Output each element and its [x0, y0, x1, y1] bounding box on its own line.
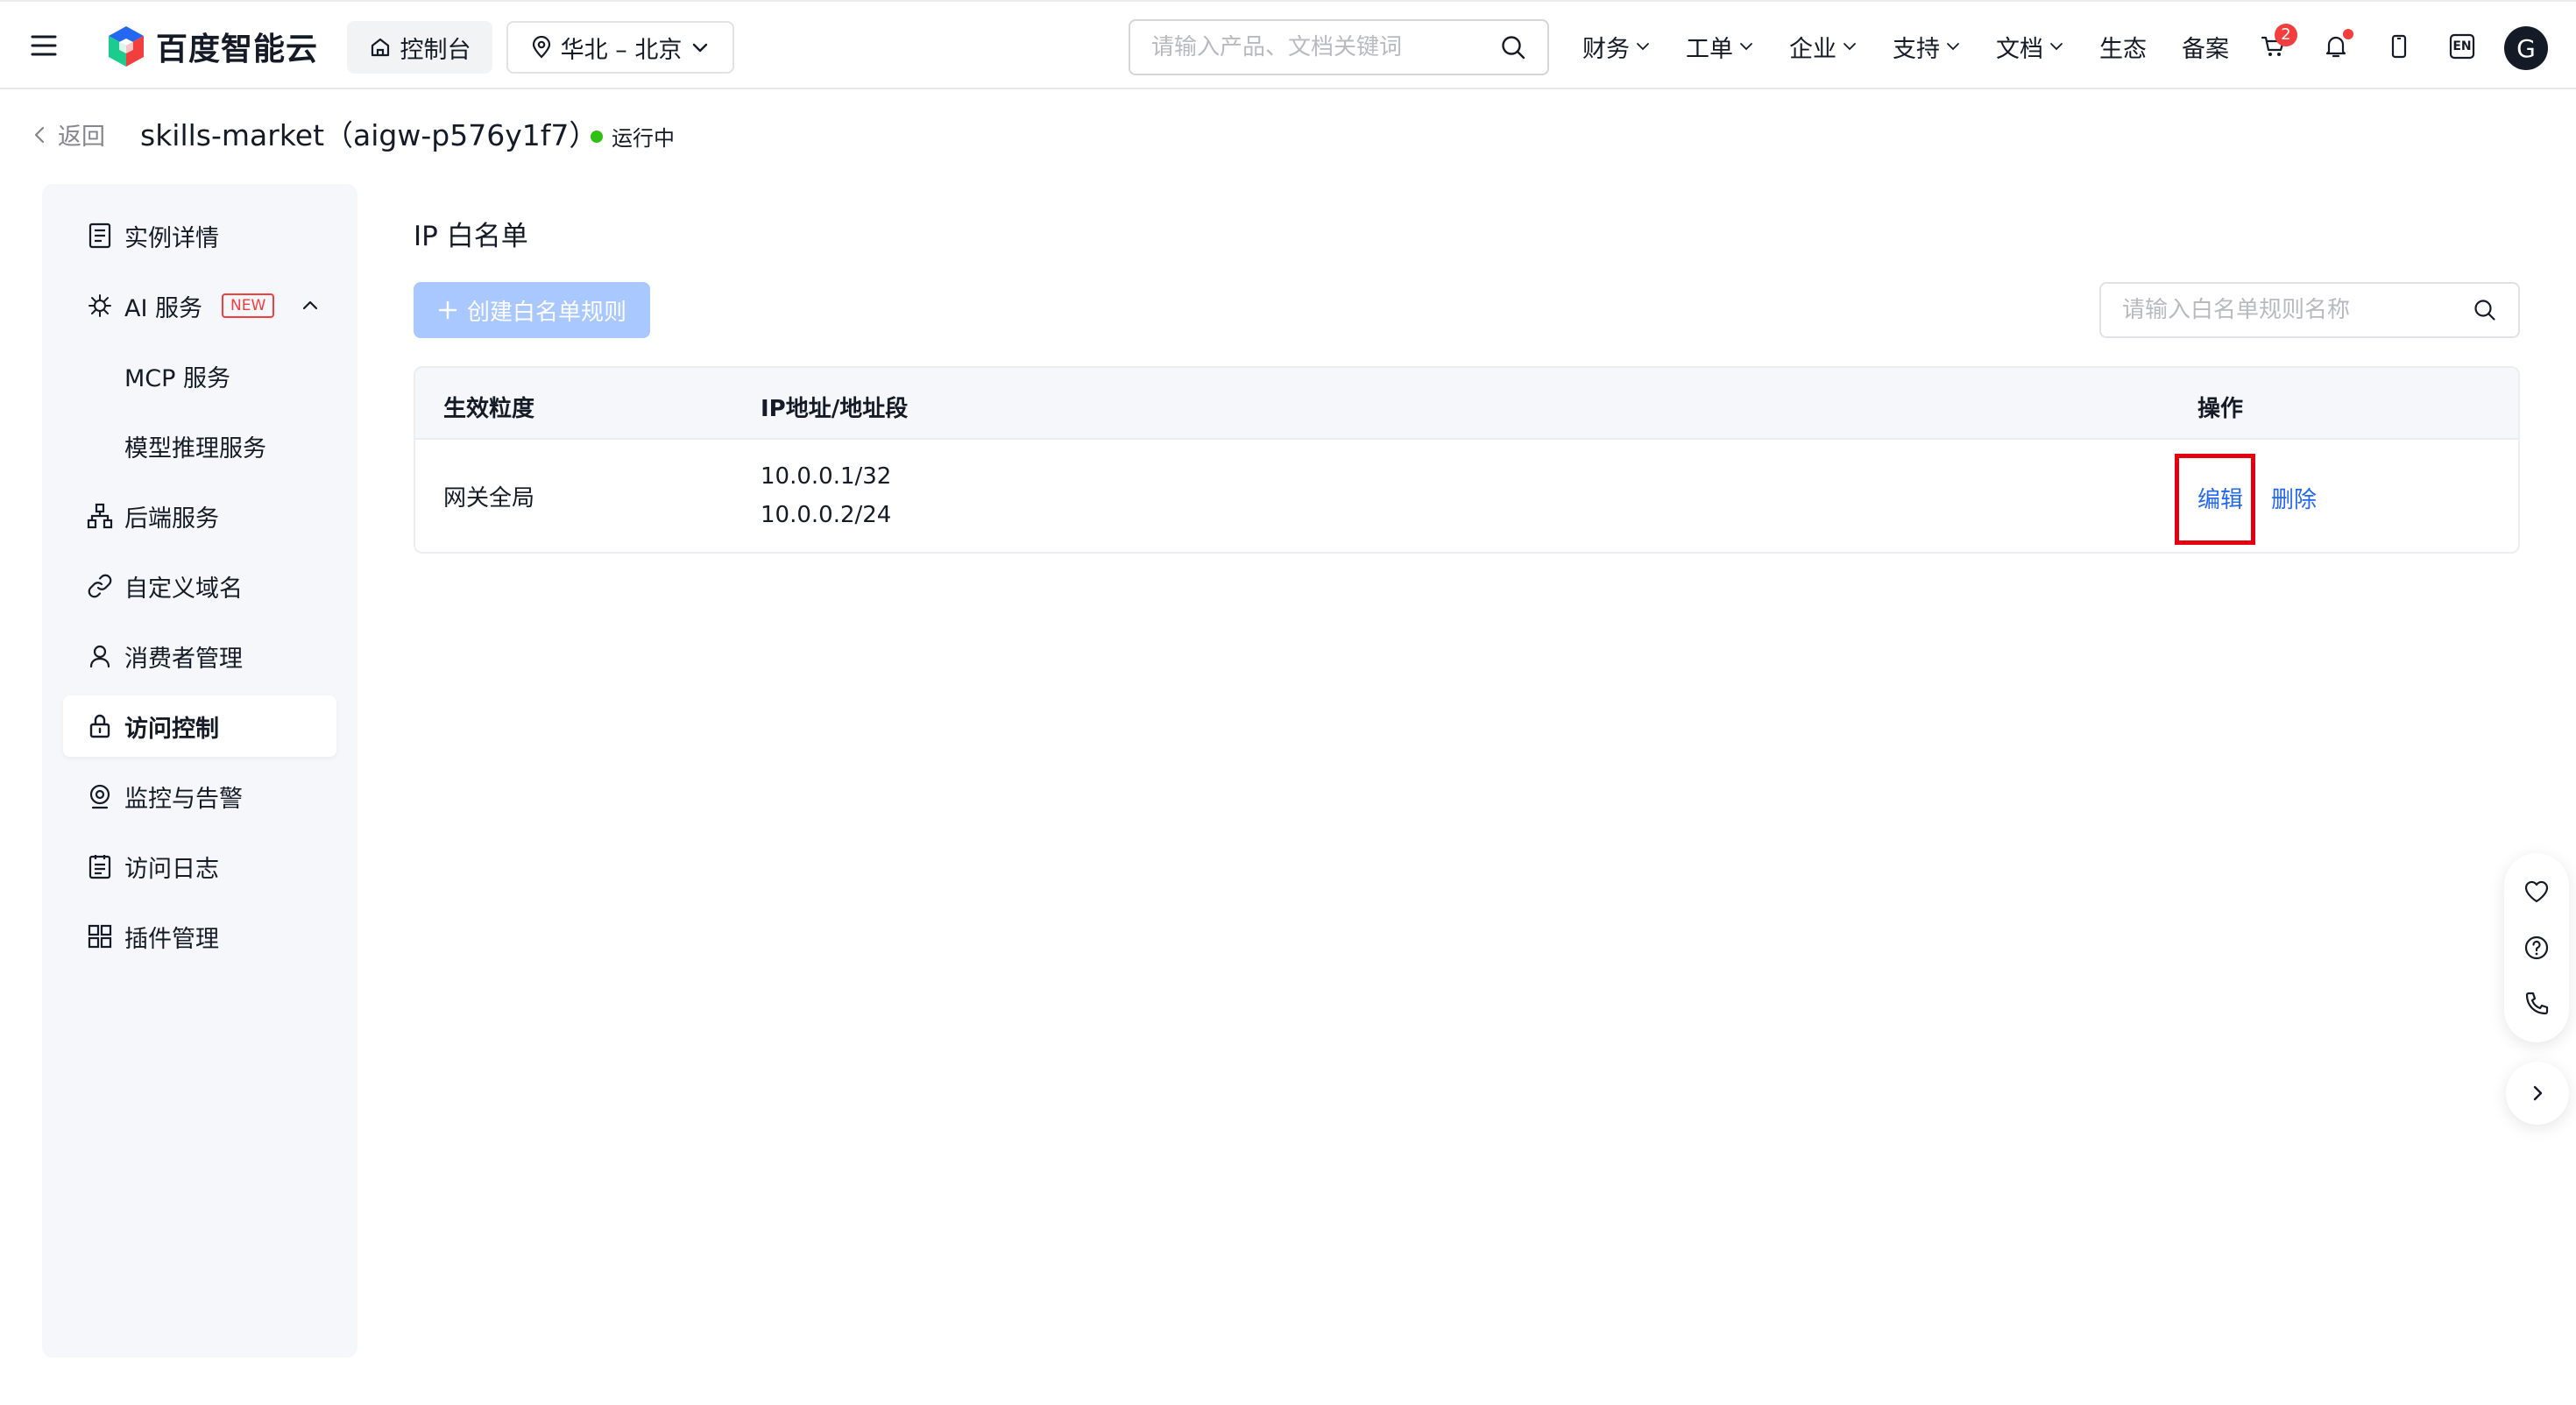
- status-dot: [591, 130, 603, 143]
- nav-finance[interactable]: 财务: [1582, 30, 1651, 64]
- column-header-ip: IP地址/地址段: [761, 396, 909, 422]
- bell-icon[interactable]: [2317, 27, 2355, 66]
- baidu-cloud-logo-icon: [109, 26, 144, 67]
- cell-scope: 网关全局: [443, 485, 535, 512]
- top-icons: 2 EN: [2254, 24, 2481, 68]
- sidebar-item-backend-service[interactable]: 后端服务: [63, 485, 336, 547]
- grid-icon: [88, 924, 112, 949]
- heart-icon[interactable]: [2523, 878, 2551, 906]
- logo-text: 百度智能云: [156, 32, 319, 67]
- whitelist-table: 生效粒度 IP地址/地址段 操作 网关全局 10.0.0.1/32 10.0.0…: [414, 366, 2520, 554]
- search-icon[interactable]: [2473, 298, 2497, 322]
- floating-toolbar: [2504, 853, 2569, 1042]
- plus-icon: [438, 300, 457, 320]
- language-label: EN: [2452, 39, 2472, 53]
- console-label: 控制台: [400, 36, 471, 64]
- ip-address: 10.0.0.1/32: [761, 463, 892, 490]
- nav-icp-filing[interactable]: 备案: [2182, 30, 2229, 64]
- expand-button[interactable]: [2506, 1062, 2569, 1125]
- console-button[interactable]: 控制台: [347, 21, 492, 74]
- home-icon: [371, 38, 389, 57]
- sidebar-item-monitoring-alerts[interactable]: 监控与告警: [63, 766, 336, 827]
- lock-icon: [89, 714, 110, 738]
- search-icon[interactable]: [1500, 34, 1526, 60]
- table-header: 生效粒度 IP地址/地址段 操作: [415, 368, 2518, 440]
- chevron-down-icon: [2050, 43, 2063, 51]
- cell-ip-list: 10.0.0.1/32 10.0.0.2/24: [761, 457, 891, 534]
- status-label: 运行中: [612, 126, 675, 151]
- chevron-down-icon: [693, 43, 708, 53]
- chevron-down-icon: [1637, 43, 1649, 51]
- cart-icon[interactable]: 2: [2254, 24, 2297, 66]
- section-title: IP 白名单: [414, 221, 528, 252]
- sidebar-item-ai-service[interactable]: AI 服务 NEW: [63, 275, 336, 336]
- chevron-up-icon[interactable]: [300, 295, 321, 316]
- ip-address: 10.0.0.2/24: [761, 502, 892, 528]
- chevron-down-icon: [1844, 43, 1856, 51]
- global-search-input[interactable]: [1151, 34, 1500, 60]
- top-nav: 财务 工单 企业 支持 文档 生态 备案: [1582, 28, 2264, 65]
- delete-link[interactable]: 删除: [2271, 482, 2317, 514]
- log-icon: [88, 855, 111, 879]
- sidebar-item-access-control[interactable]: 访问控制: [63, 695, 336, 757]
- sidebar-item-plugin-management[interactable]: 插件管理: [63, 906, 336, 967]
- back-button[interactable]: 返回: [32, 117, 105, 152]
- location-icon: [532, 36, 550, 59]
- nav-docs[interactable]: 文档: [1996, 30, 2064, 64]
- create-button-label: 创建白名单规则: [466, 299, 626, 326]
- back-label: 返回: [58, 124, 105, 151]
- whitelist-search[interactable]: [2099, 282, 2520, 338]
- sidebar-item-model-inference[interactable]: 模型推理服务: [63, 415, 336, 477]
- create-whitelist-rule-button[interactable]: 创建白名单规则: [414, 282, 650, 338]
- whitelist-search-input[interactable]: [2122, 297, 2473, 323]
- phone-icon[interactable]: [2523, 990, 2551, 1018]
- chevron-down-icon: [1740, 43, 1752, 51]
- hierarchy-icon: [87, 503, 113, 529]
- edit-link[interactable]: 编辑: [2197, 482, 2243, 514]
- sidebar-item-custom-domain[interactable]: 自定义域名: [63, 555, 336, 617]
- ai-service-icon: [88, 294, 111, 317]
- sidebar: 实例详情 AI 服务 NEW MCP 服务 模型推理服务 后端服务 自定义域名 …: [42, 184, 357, 1358]
- avatar[interactable]: G: [2504, 26, 2548, 70]
- status-badge: 运行中: [591, 121, 675, 152]
- column-header-scope: 生效粒度: [443, 396, 535, 422]
- language-switch[interactable]: EN: [2443, 27, 2481, 66]
- sidebar-item-consumer-management[interactable]: 消费者管理: [63, 625, 336, 687]
- page-title: skills-market（aigw-p576y1f7）: [140, 118, 598, 152]
- sidebar-item-access-log[interactable]: 访问日志: [63, 836, 336, 897]
- help-icon[interactable]: [2523, 934, 2551, 962]
- user-icon: [89, 645, 110, 668]
- logo[interactable]: 百度智能云: [105, 25, 318, 68]
- nav-ticket[interactable]: 工单: [1686, 30, 1754, 64]
- sidebar-item-mcp-service[interactable]: MCP 服务: [63, 345, 336, 406]
- chevron-right-icon: [2533, 1085, 2543, 1101]
- cart-count-badge: 2: [2275, 24, 2297, 46]
- column-header-actions: 操作: [2197, 396, 2244, 422]
- top-bar: 百度智能云 控制台 华北 – 北京 财务 工单 企业 支持 文档: [0, 0, 2576, 89]
- monitor-icon: [89, 784, 110, 809]
- region-selector[interactable]: 华北 – 北京: [506, 21, 734, 74]
- new-badge: NEW: [222, 293, 275, 318]
- mobile-icon[interactable]: [2380, 27, 2418, 66]
- global-search[interactable]: [1129, 19, 1549, 75]
- table-row: 网关全局 10.0.0.1/32 10.0.0.2/24 编辑 删除: [415, 440, 2518, 552]
- sidebar-item-instance-detail[interactable]: 实例详情: [63, 205, 336, 266]
- link-icon: [88, 574, 112, 598]
- menu-icon[interactable]: [30, 32, 58, 60]
- nav-support[interactable]: 支持: [1893, 30, 1961, 64]
- nav-ecosystem[interactable]: 生态: [2099, 30, 2147, 64]
- region-label: 华北 – 北京: [560, 36, 683, 64]
- chevron-down-icon: [1947, 43, 1959, 51]
- document-list-icon: [88, 222, 111, 249]
- nav-enterprise[interactable]: 企业: [1789, 30, 1858, 64]
- chevron-left-icon: [34, 126, 45, 143]
- notification-dot: [2343, 29, 2353, 39]
